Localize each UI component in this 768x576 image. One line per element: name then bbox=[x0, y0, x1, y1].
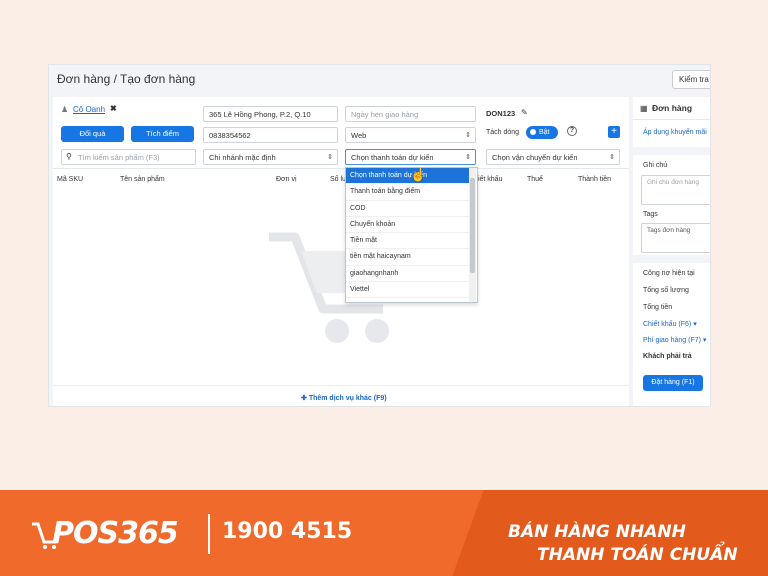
note-textarea[interactable]: Ghi chú đơn hàng bbox=[641, 175, 710, 205]
discount-label: Chiết khấu (F6) bbox=[643, 321, 692, 328]
note-label: Ghi chú bbox=[643, 162, 668, 169]
slogan-line-1: BÁN HÀNG NHANH bbox=[508, 522, 686, 542]
search-icon: ⚲ bbox=[66, 152, 72, 161]
edit-pencil-icon[interactable]: ✎ bbox=[521, 108, 528, 117]
phone-field[interactable]: 0838354562 bbox=[203, 127, 338, 143]
card-divider bbox=[633, 119, 710, 120]
payment-option[interactable]: Chuyển khoản bbox=[346, 217, 470, 234]
customer-name-link[interactable]: Cô Oanh bbox=[73, 105, 105, 114]
shipping-fee-link[interactable]: Phí giao hàng (F7) ▾ bbox=[643, 336, 706, 344]
brand-logo: POS365 bbox=[52, 516, 179, 551]
toggle-knob bbox=[530, 129, 536, 135]
current-debt-label: Công nợ hiện tại bbox=[643, 270, 695, 277]
add-service-label: Thêm dịch vụ khác (F9) bbox=[308, 395, 387, 402]
footer-divider bbox=[53, 385, 629, 386]
apply-promo-link[interactable]: Áp dụng khuyến mãi bbox=[643, 129, 707, 136]
gift-exchange-button[interactable]: Đổi quà bbox=[61, 126, 124, 142]
hotline-number: 1900 4515 bbox=[222, 519, 353, 544]
col-unit: Đơn vị bbox=[276, 176, 297, 183]
summary-card: Công nợ hiện tại Tổng số lượng Tổng tiền… bbox=[633, 263, 710, 406]
tags-label: Tags bbox=[643, 211, 658, 218]
col-sku: Mã SKU bbox=[57, 176, 84, 183]
branch-value: Chi nhánh mặc định bbox=[209, 153, 276, 162]
delivery-date-input[interactable]: Ngày hẹn giao hàng bbox=[345, 106, 476, 122]
add-service-link[interactable]: ✚ Thêm dịch vụ khác (F9) bbox=[301, 394, 387, 402]
sidebar-order-title: Đơn hàng bbox=[652, 103, 693, 113]
customer-pays-label: Khách phải trả bbox=[643, 353, 692, 360]
help-icon[interactable]: ? bbox=[567, 126, 577, 136]
payment-option[interactable]: Thanh toán bằng điểm bbox=[346, 184, 470, 201]
split-line-toggle[interactable]: Bật bbox=[526, 126, 558, 139]
order-card: ▦ Đơn hàng Áp dụng khuyến mãi bbox=[633, 97, 710, 147]
order-sidebar: ▦ Đơn hàng Áp dụng khuyến mãi Ghi chú Gh… bbox=[633, 97, 710, 406]
brand-banner: POS365 1900 4515 BÁN HÀNG NHANH THANH TO… bbox=[0, 490, 768, 576]
banner-separator bbox=[208, 514, 210, 554]
split-line-label: Tách dòng bbox=[486, 129, 520, 136]
user-icon: ♟ bbox=[61, 105, 69, 114]
tags-textarea[interactable]: Tags đơn hàng bbox=[641, 223, 710, 253]
check-stock-button[interactable]: Kiểm tra tồn bbox=[672, 70, 710, 89]
shipping-select-value: Chọn vận chuyển dự kiến bbox=[492, 153, 578, 162]
order-app-window: Đơn hàng / Tạo đơn hàng Kiểm tra tồn ♟ C… bbox=[48, 64, 711, 407]
select-arrows-icon: ⇕ bbox=[465, 132, 471, 139]
note-card: Ghi chú Ghi chú đơn hàng Tags Tags đơn h… bbox=[633, 155, 710, 255]
col-product-name: Tên sản phẩm bbox=[120, 176, 165, 183]
place-order-button[interactable]: Đặt hàng (F1) bbox=[643, 375, 703, 391]
branch-select[interactable]: Chi nhánh mặc định ⇕ bbox=[203, 149, 338, 165]
loyalty-points-button[interactable]: Tích điểm bbox=[131, 126, 194, 142]
slogan-line-2: THANH TOÁN CHUẨN bbox=[537, 545, 738, 565]
payment-option[interactable]: Viettel bbox=[346, 282, 470, 299]
total-quantity-label: Tổng số lượng bbox=[643, 287, 689, 294]
payment-select[interactable]: Chọn thanh toán dự kiến ⇕ bbox=[345, 149, 476, 165]
product-search-placeholder: Tìm kiếm sản phẩm (F3) bbox=[78, 153, 160, 162]
hand-cursor-icon: ☝ bbox=[410, 167, 427, 182]
order-code: DON123 bbox=[486, 109, 516, 118]
select-arrows-icon: ⇕ bbox=[327, 154, 333, 161]
top-bar: Đơn hàng / Tạo đơn hàng Kiểm tra tồn bbox=[49, 65, 710, 93]
select-arrows-icon: ⇕ bbox=[465, 154, 471, 161]
discount-link[interactable]: Chiết khấu (F6) ▾ bbox=[643, 320, 697, 328]
product-search-input[interactable]: ⚲ Tìm kiếm sản phẩm (F3) bbox=[61, 149, 196, 165]
dropdown-scrollbar[interactable] bbox=[469, 168, 476, 302]
payment-option[interactable]: tiền mặt haicaynam bbox=[346, 249, 470, 266]
table-divider bbox=[53, 168, 629, 169]
payment-option[interactable]: Tiền mặt bbox=[346, 233, 470, 250]
payment-option[interactable]: Chọn thanh toán dự kiến bbox=[346, 168, 470, 185]
payment-option[interactable]: COD bbox=[346, 201, 470, 217]
page-title: Đơn hàng / Tạo đơn hàng bbox=[57, 72, 196, 86]
address-field[interactable]: 365 Lê Hồng Phong, P.2, Q.10 bbox=[203, 106, 338, 122]
col-tax: Thuế bbox=[527, 176, 543, 183]
shipping-fee-label: Phí giao hàng (F7) bbox=[643, 337, 701, 344]
col-total: Thành tiền bbox=[578, 176, 612, 183]
shipping-select[interactable]: Chọn vận chuyển dự kiến ⇕ bbox=[486, 149, 620, 165]
add-button[interactable]: + bbox=[608, 126, 620, 138]
total-amount-label: Tổng tiền bbox=[643, 304, 673, 311]
document-icon: ▦ bbox=[640, 104, 648, 113]
channel-select[interactable]: Web ⇕ bbox=[345, 127, 476, 143]
select-arrows-icon: ⇕ bbox=[609, 154, 615, 161]
payment-option[interactable]: giaohangnhanh bbox=[346, 266, 470, 283]
toggle-label: Bật bbox=[539, 129, 550, 136]
remove-customer-icon[interactable]: ✖ bbox=[110, 104, 117, 113]
channel-value: Web bbox=[351, 131, 367, 140]
scrollbar-thumb[interactable] bbox=[470, 178, 475, 273]
order-form: ♟ Cô Oanh ✖ Đổi quà Tích điểm ⚲ Tìm kiếm… bbox=[53, 97, 629, 406]
payment-select-value: Chọn thanh toán dự kiến bbox=[351, 153, 434, 162]
payment-options-list: Chọn thanh toán dự kiến Thanh toán bằng … bbox=[345, 167, 478, 303]
